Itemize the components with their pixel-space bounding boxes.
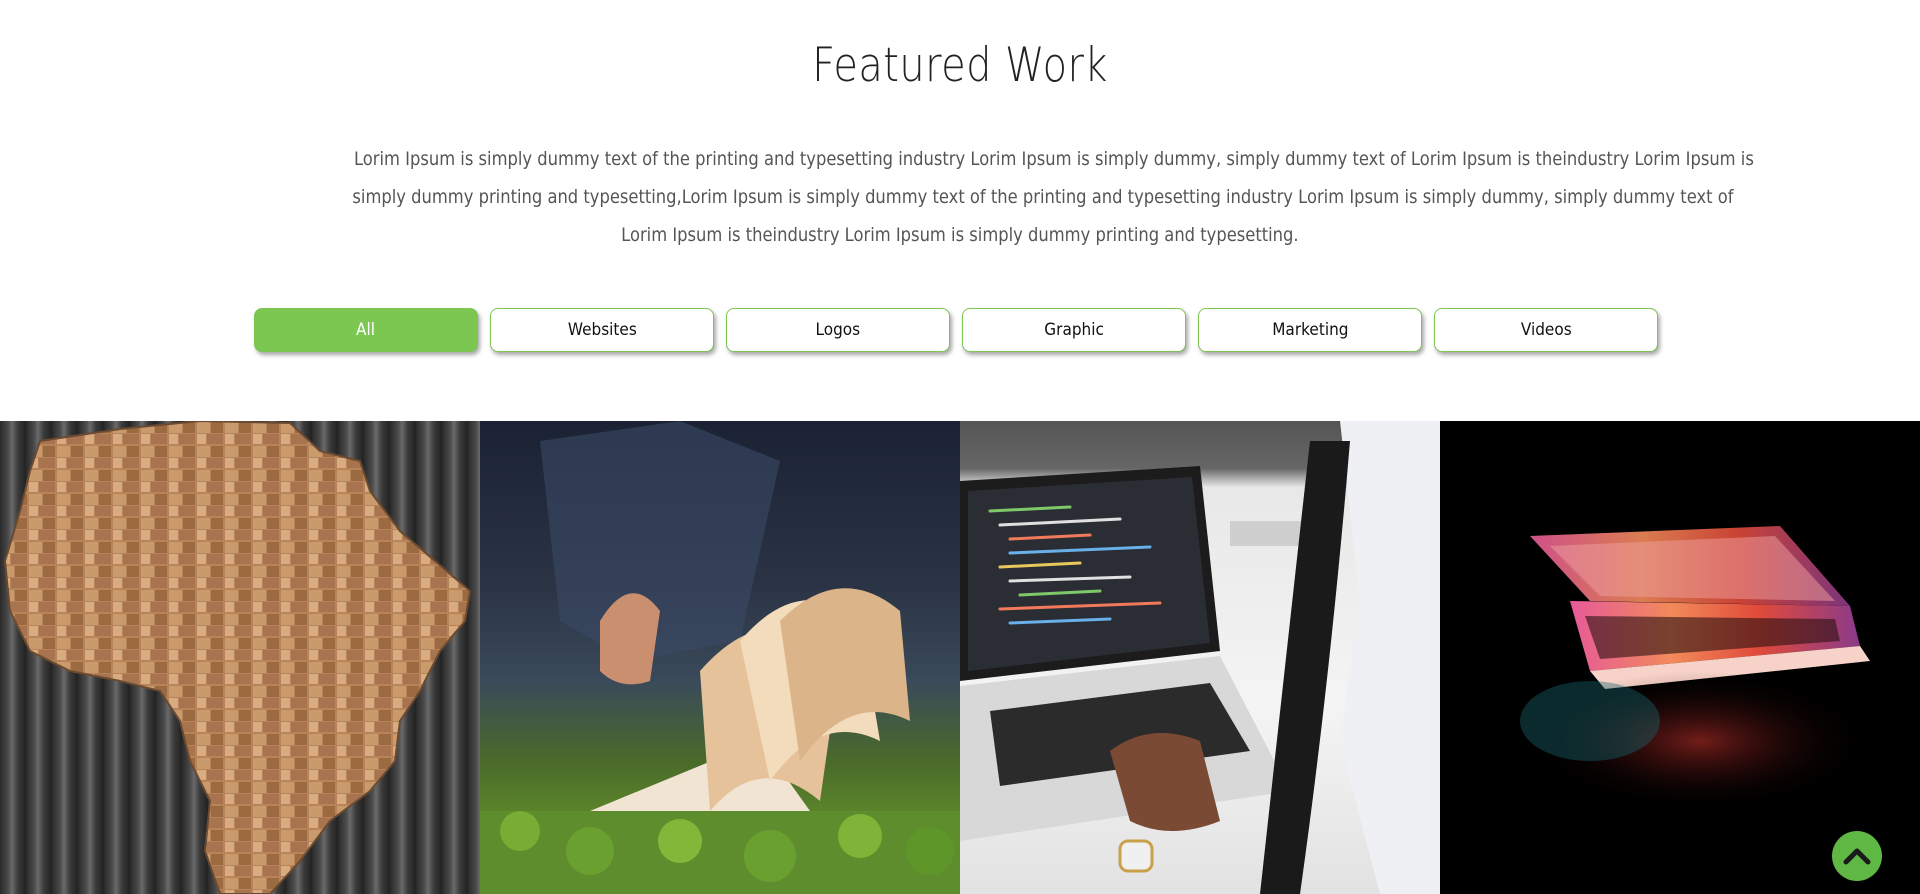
africa-map-wood-image	[3, 421, 472, 894]
filter-label: Graphic	[1044, 320, 1104, 340]
filter-all-button[interactable]: All	[254, 308, 478, 352]
gallery-item-book[interactable]	[480, 421, 960, 894]
description-line-3: Lorim Ipsum is theindustry Lorim Ipsum i…	[621, 224, 1299, 246]
filter-marketing-button[interactable]: Marketing	[1198, 308, 1422, 352]
description-line-1: Lorim Ipsum is simply dummy text of the …	[353, 148, 1754, 170]
section-description: Lorim Ipsum is simply dummy text of the …	[240, 140, 1753, 254]
chevron-up-icon	[1843, 848, 1871, 865]
filter-websites-button[interactable]: Websites	[490, 308, 714, 352]
filter-label: Marketing	[1271, 320, 1349, 340]
scroll-to-top-button[interactable]	[1832, 831, 1882, 881]
filter-videos-button[interactable]: Videos	[1434, 308, 1658, 352]
filter-label: Videos	[1520, 320, 1572, 340]
open-book-grass-image	[480, 421, 960, 894]
gallery-item-laptop-coding[interactable]	[960, 421, 1440, 894]
featured-work-page: Featured Work Lorim Ipsum is simply dumm…	[0, 0, 1920, 894]
filter-bar: All Websites Logos Graphic Marketing Vid…	[254, 308, 1658, 352]
glowing-laptop-image	[1520, 526, 1870, 811]
filter-label: Logos	[815, 320, 861, 340]
filter-graphic-button[interactable]: Graphic	[962, 308, 1186, 352]
filter-label: Websites	[567, 320, 637, 340]
gallery-item-glowing-laptop[interactable]	[1440, 421, 1920, 894]
portfolio-gallery	[0, 421, 1920, 894]
filter-logos-button[interactable]: Logos	[726, 308, 950, 352]
page-title: Featured Work	[812, 38, 1108, 93]
laptop-coding-image	[960, 421, 1440, 894]
description-line-2: simply dummy printing and typesetting,Lo…	[352, 186, 1734, 208]
filter-label: All	[356, 320, 376, 340]
gallery-item-africa-map[interactable]	[0, 421, 480, 894]
